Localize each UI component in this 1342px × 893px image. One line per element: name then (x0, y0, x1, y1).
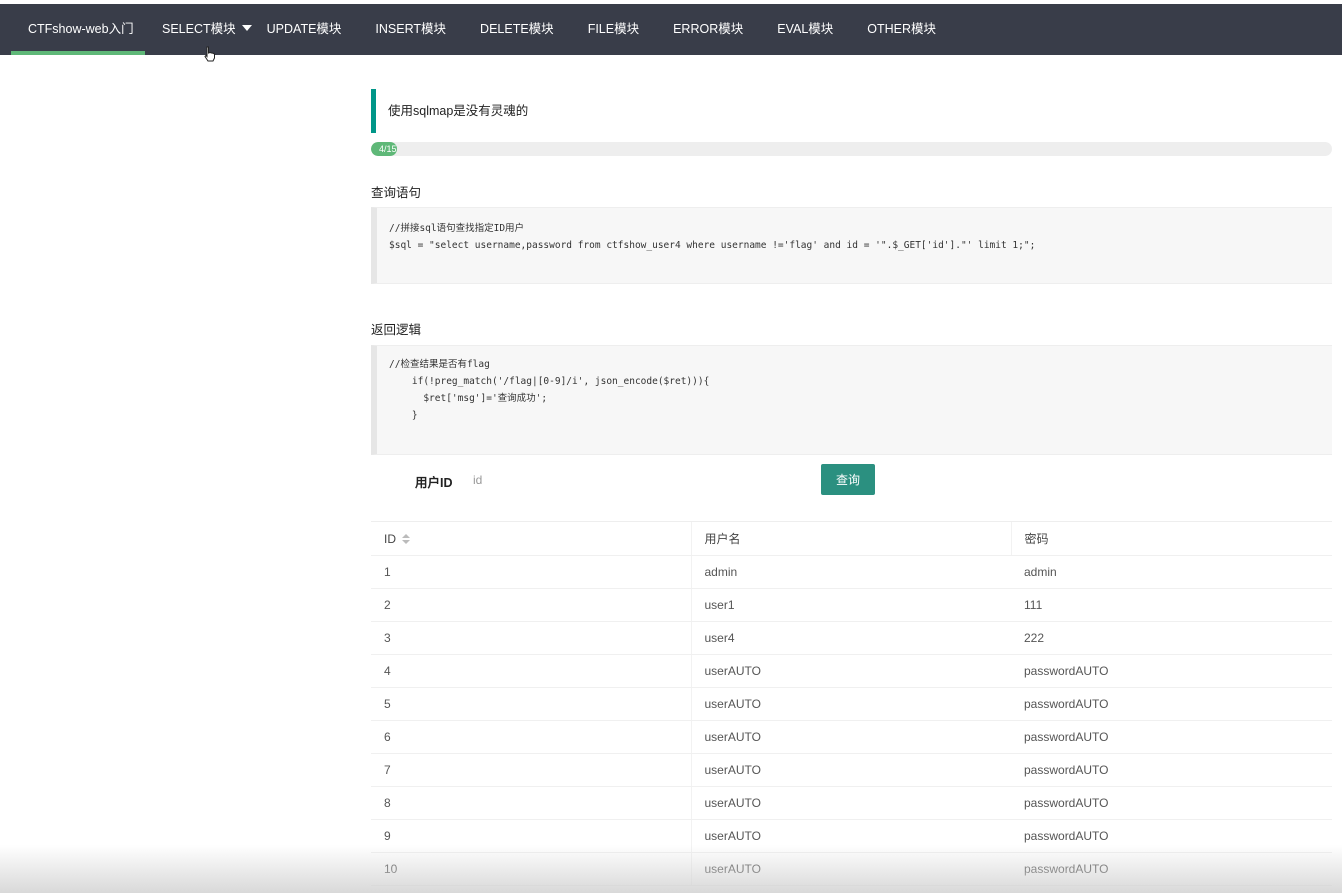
nav-item-update[interactable]: UPDATE模块 (267, 4, 342, 55)
query-section-title: 查询语句 (371, 186, 422, 200)
query-code-block: //拼接sql语句查找指定ID用户 $sql = "select username… (371, 207, 1332, 284)
cell-password: passwordAUTO (1011, 753, 1332, 787)
results-table: ID 用户名 密码 1 admin admin 2 user1 111 3 user4 222 4… (371, 521, 1332, 886)
table-row: 6 userAUTO passwordAUTO (371, 720, 1332, 754)
cell-password: passwordAUTO (1011, 687, 1332, 721)
nav-item-file[interactable]: FILE模块 (588, 4, 639, 55)
cell-password: passwordAUTO (1011, 786, 1332, 820)
cell-password: passwordAUTO (1011, 720, 1332, 754)
cell-username: userAUTO (690, 654, 1011, 688)
query-button[interactable]: 查询 (821, 464, 875, 495)
cell-username: userAUTO (690, 720, 1011, 754)
progress-label: 4/15 (379, 144, 397, 154)
cell-id: 8 (371, 786, 691, 820)
cell-username: user1 (690, 588, 1011, 622)
table-row: 4 userAUTO passwordAUTO (371, 654, 1332, 688)
cell-username: userAUTO (690, 786, 1011, 820)
code-line: $ret['msg']='查询成功'; (389, 393, 548, 404)
cell-id: 10 (371, 852, 691, 886)
cell-username: admin (690, 555, 1011, 589)
table-row: 9 userAUTO passwordAUTO (371, 819, 1332, 853)
hint-quote: 使用sqlmap是没有灵魂的 (371, 89, 1332, 133)
column-header-password: 密码 (1010, 521, 1332, 556)
main-nav: CTFshow-web入门 SELECT模块 UPDATE模块 INSERT模块… (0, 4, 1342, 55)
hand-cursor-icon (204, 46, 215, 62)
sort-icon[interactable] (402, 533, 410, 544)
cell-password: passwordAUTO (1011, 852, 1332, 886)
return-section-title: 返回逻辑 (371, 323, 422, 337)
table-row: 2 user1 111 (371, 588, 1332, 622)
column-header-id[interactable]: ID (371, 521, 691, 556)
user-id-input[interactable] (463, 465, 803, 495)
cell-id: 3 (371, 621, 691, 655)
code-line: //检查结果是否有flag (389, 359, 490, 370)
query-form: 用户ID 查询 (371, 463, 1332, 497)
code-line: } (389, 410, 418, 421)
table-header-row: ID 用户名 密码 (371, 521, 1332, 556)
nav-item-insert[interactable]: INSERT模块 (375, 4, 446, 55)
cell-password: 222 (1011, 621, 1332, 655)
nav-item-eval[interactable]: EVAL模块 (777, 4, 833, 55)
table-row: 1 admin admin (371, 555, 1332, 589)
table-row: 10 userAUTO passwordAUTO (371, 852, 1332, 886)
cell-id: 1 (371, 555, 691, 589)
cell-password: admin (1011, 555, 1332, 589)
cell-id: 2 (371, 588, 691, 622)
progress-bar: 4/15 (371, 142, 1332, 156)
cell-username: userAUTO (690, 687, 1011, 721)
nav-item-ctfshow-web[interactable]: CTFshow-web入门 (11, 4, 145, 55)
caret-down-icon (241, 24, 252, 31)
cell-id: 6 (371, 720, 691, 754)
nav-item-error[interactable]: ERROR模块 (673, 4, 743, 55)
cell-password: passwordAUTO (1011, 654, 1332, 688)
cell-id: 4 (371, 654, 691, 688)
table-row: 7 userAUTO passwordAUTO (371, 753, 1332, 787)
cell-id: 9 (371, 819, 691, 853)
code-line: if(!preg_match('/flag|[0-9]/i', json_enc… (389, 376, 710, 387)
table-row: 5 userAUTO passwordAUTO (371, 687, 1332, 721)
user-id-label: 用户ID (415, 476, 453, 490)
cell-username: userAUTO (690, 753, 1011, 787)
cell-password: 111 (1011, 588, 1332, 622)
code-line: $sql = "select username,password from ct… (389, 240, 1036, 251)
cell-username: userAUTO (690, 852, 1011, 886)
nav-item-other[interactable]: OTHER模块 (867, 4, 936, 55)
cell-username: user4 (690, 621, 1011, 655)
return-code-block: //检查结果是否有flag if(!preg_match('/flag|[0-9… (371, 345, 1332, 455)
table-row: 8 userAUTO passwordAUTO (371, 786, 1332, 820)
cell-id: 5 (371, 687, 691, 721)
column-header-username: 用户名 (690, 521, 1011, 556)
cell-username: userAUTO (690, 819, 1011, 853)
top-navbar: CTFshow-web入门 SELECT模块 UPDATE模块 INSERT模块… (0, 4, 1342, 62)
table-row: 3 user4 222 (371, 621, 1332, 655)
nav-item-delete[interactable]: DELETE模块 (480, 4, 554, 55)
cell-id: 7 (371, 753, 691, 787)
cell-password: passwordAUTO (1011, 819, 1332, 853)
code-line: //拼接sql语句查找指定ID用户 (389, 223, 525, 234)
